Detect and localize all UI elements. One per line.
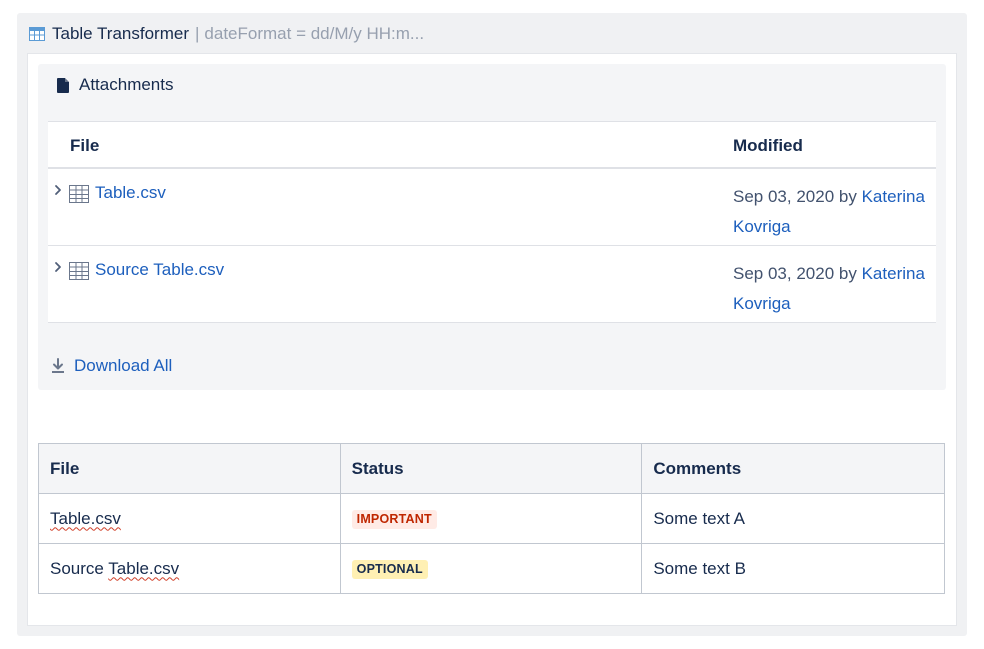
table-transformer-icon <box>29 27 45 41</box>
attachment-file-link[interactable]: Table.csv <box>95 183 166 203</box>
attachments-panel: Attachments File Modified Table.csv Sep … <box>38 64 946 390</box>
attachments-table: File Modified Table.csv Sep 03, 2020 by … <box>48 121 936 323</box>
status-cell: OPTIONAL <box>339 543 643 594</box>
file-prefix: Source <box>50 558 109 578</box>
column-header-status[interactable]: Status <box>339 443 643 494</box>
download-icon <box>52 358 64 373</box>
macro-title-bar[interactable]: Table Transformer | dateFormat = dd/M/y … <box>29 22 424 46</box>
spreadsheet-icon <box>69 262 89 280</box>
modified-by: by <box>838 187 857 206</box>
table-header-row: File Status Comments <box>38 443 945 494</box>
chevron-right-icon[interactable] <box>53 260 63 274</box>
file-cell: Table.csv <box>38 493 341 544</box>
macro-body: Attachments File Modified Table.csv Sep … <box>27 53 957 626</box>
attachments-table-header: File Modified <box>48 121 936 169</box>
download-all-button[interactable]: Download All <box>51 354 172 378</box>
macro-name: Table Transformer <box>52 24 189 43</box>
macro-separator: | <box>195 24 200 43</box>
attachment-row: Table.csv Sep 03, 2020 by Katerina Kovri… <box>48 169 936 246</box>
table-row: Table.csv IMPORTANT Some text A <box>38 493 945 544</box>
download-all-label[interactable]: Download All <box>74 356 172 376</box>
attachment-modified: Sep 03, 2020 by Katerina Kovriga <box>733 182 933 242</box>
attachments-header: Attachments <box>57 74 174 96</box>
transformed-table: File Status Comments Table.csv IMPORTANT… <box>38 443 945 594</box>
file-name: Table.csv <box>108 558 180 578</box>
file-name: Table.csv <box>50 508 121 528</box>
comment-cell: Some text A <box>641 493 945 544</box>
attachment-file-link[interactable]: Source Table.csv <box>95 260 224 280</box>
attachment-row: Source Table.csv Sep 03, 2020 by Katerin… <box>48 246 936 323</box>
status-badge: OPTIONAL <box>351 560 428 579</box>
column-header-comments[interactable]: Comments <box>641 443 945 494</box>
column-header-file[interactable]: File <box>70 136 99 156</box>
modified-date: Sep 03, 2020 <box>733 187 835 206</box>
attachments-title: Attachments <box>79 75 174 94</box>
table-row: Source Table.csv OPTIONAL Some text B <box>38 543 945 594</box>
table-transformer-macro: Table Transformer | dateFormat = dd/M/y … <box>17 13 967 636</box>
comment-cell: Some text B <box>641 543 945 594</box>
column-header-modified[interactable]: Modified <box>733 136 803 156</box>
file-cell: Source Table.csv <box>38 543 341 594</box>
status-badge: IMPORTANT <box>351 510 437 529</box>
spreadsheet-icon <box>69 185 89 203</box>
document-icon <box>57 77 69 93</box>
modified-by: by <box>838 264 857 283</box>
chevron-right-icon[interactable] <box>53 183 63 197</box>
modified-date: Sep 03, 2020 <box>733 264 835 283</box>
macro-params: dateFormat = dd/M/y HH:m... <box>204 24 425 43</box>
column-header-file[interactable]: File <box>38 443 341 494</box>
attachment-modified: Sep 03, 2020 by Katerina Kovriga <box>733 259 933 319</box>
status-cell: IMPORTANT <box>339 493 643 544</box>
